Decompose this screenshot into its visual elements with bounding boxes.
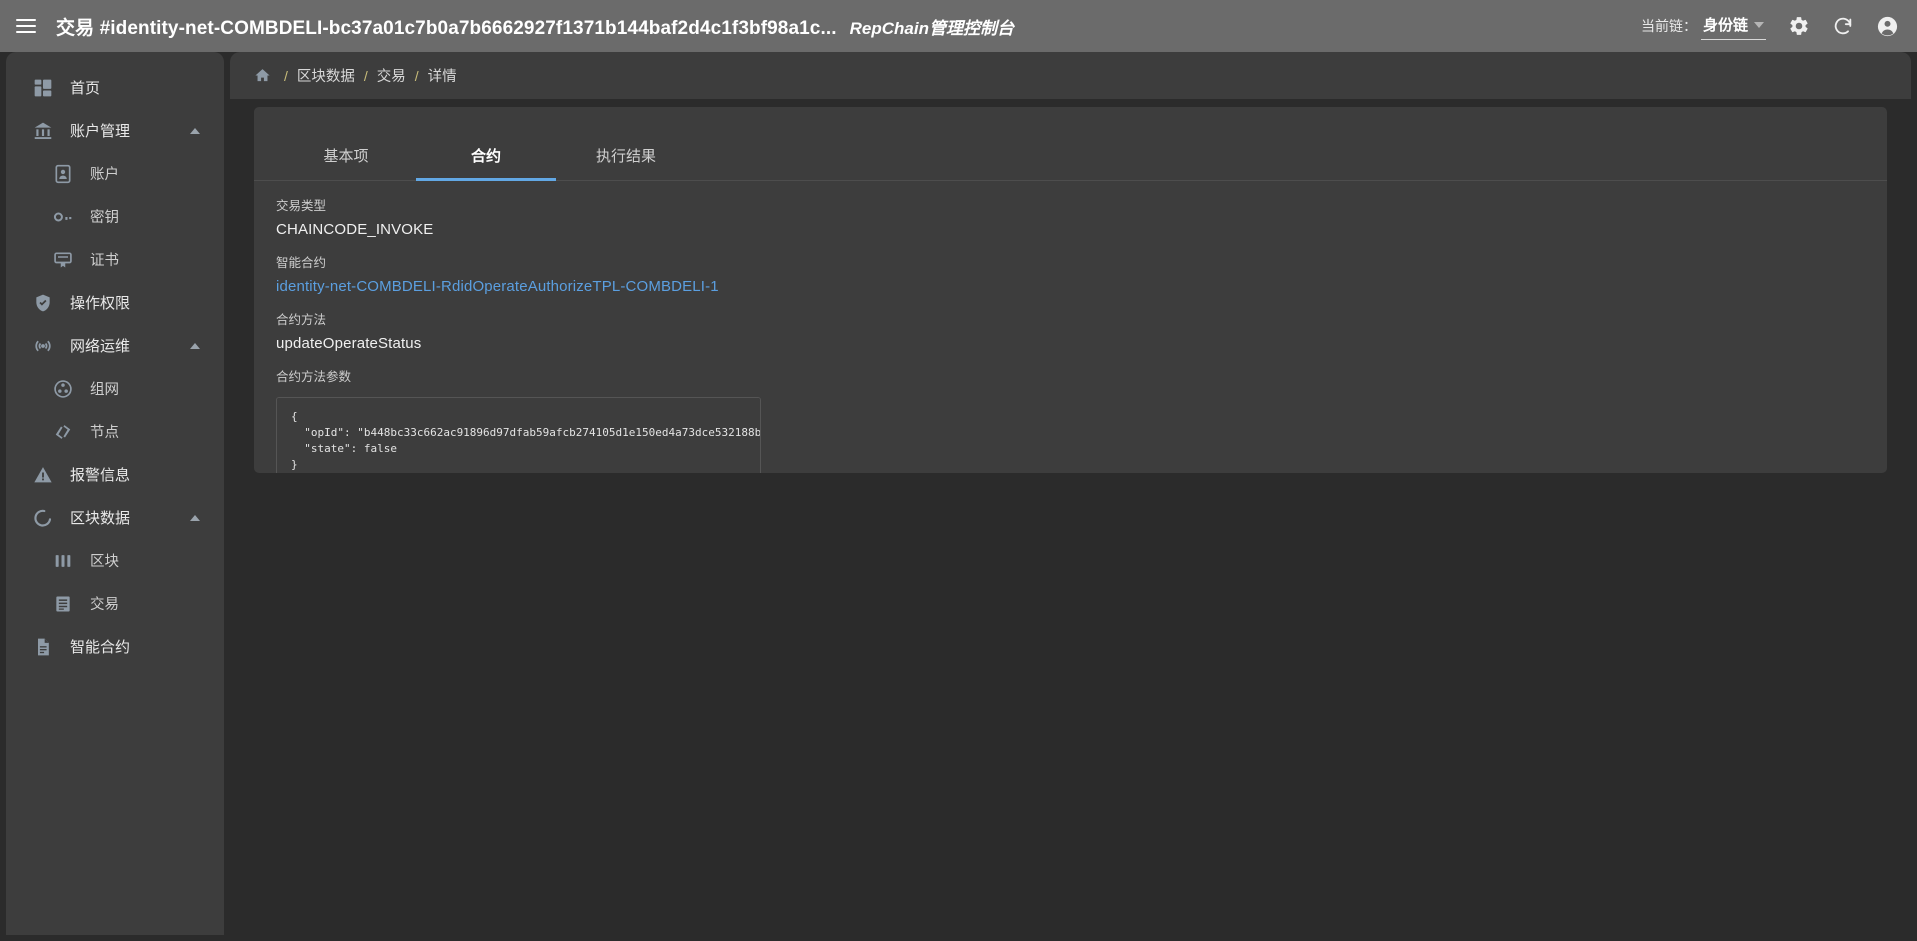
network-signal-icon (32, 335, 54, 357)
tab-0[interactable]: 基本项 (276, 130, 416, 180)
current-chain: 当前链： 身份链 (1641, 12, 1766, 40)
sidebar: 首页账户管理账户密钥证书操作权限网络运维组网节点报警信息区块数据区块交易智能合约 (6, 52, 224, 935)
code-brackets-icon (52, 421, 74, 443)
sidebar-item-label: 网络运维 (70, 338, 131, 355)
sidebar-item-label: 组网 (90, 382, 119, 398)
tab-1[interactable]: 合约 (416, 130, 556, 181)
tab-label: 合约 (470, 147, 501, 165)
sidebar-item-label: 智能合约 (70, 639, 131, 656)
gear-icon[interactable] (1788, 15, 1810, 37)
sidebar-item-10[interactable]: 区块数据 (6, 496, 224, 539)
sidebar-item-label: 账户 (90, 167, 119, 183)
chevron-up-icon[interactable] (190, 514, 200, 521)
chevron-up-icon[interactable] (190, 127, 200, 134)
sidebar-item-12[interactable]: 交易 (6, 582, 224, 625)
tab-label: 基本项 (323, 147, 369, 165)
page-title: 交易 #identity-net-COMBDELI-bc37a01c7b0a7b… (56, 17, 837, 39)
top-bar-actions: 当前链： 身份链 (1641, 12, 1899, 40)
sidebar-item-7[interactable]: 组网 (6, 367, 224, 410)
params-label: 合约方法参数 (276, 370, 352, 384)
params-json-box[interactable]: { "opId": "b448bc33c662ac91896d97dfab59a… (276, 397, 761, 473)
sidebar-item-label: 节点 (90, 425, 119, 441)
warning-triangle-icon (32, 464, 54, 486)
chevron-up-icon[interactable] (190, 342, 200, 349)
bank-icon (32, 120, 54, 142)
tx-type-value: CHAINCODE_INVOKE (276, 221, 434, 238)
file-text-icon (32, 636, 54, 658)
sidebar-item-label: 首页 (70, 80, 101, 97)
method-value: updateOperateStatus (276, 335, 422, 352)
sidebar-item-6[interactable]: 网络运维 (6, 324, 224, 367)
list-document-icon (52, 593, 74, 615)
tab-2[interactable]: 执行结果 (556, 130, 696, 180)
top-bar: 交易 #identity-net-COMBDELI-bc37a01c7b0a7b… (0, 0, 1917, 52)
sidebar-item-label: 账户管理 (70, 123, 131, 140)
sidebar-item-1[interactable]: 账户管理 (6, 109, 224, 152)
nodes-group-icon (52, 378, 74, 400)
sidebar-item-11[interactable]: 区块 (6, 539, 224, 582)
sidebar-item-label: 区块 (90, 554, 119, 570)
shield-check-icon (32, 292, 54, 314)
sidebar-item-label: 交易 (90, 597, 119, 613)
params-json-content: { "opId": "b448bc33c662ac91896d97dfab59a… (291, 410, 761, 471)
detail-tabs: 基本项 合约 执行结果 (254, 130, 1887, 181)
breadcrumb: / 区块数据 / 交易 / 详情 (230, 52, 1911, 99)
circle-arc-icon (32, 507, 54, 529)
refresh-icon[interactable] (1832, 15, 1854, 37)
chain-select[interactable]: 身份链 (1700, 12, 1766, 40)
certificate-icon (52, 249, 74, 271)
main-region: / 区块数据 / 交易 / 详情 基本项 合约 执行结果 交易类型 CHAINCOD… (230, 52, 1911, 941)
sidebar-item-label: 操作权限 (70, 295, 131, 312)
sidebar-item-8[interactable]: 节点 (6, 410, 224, 453)
contract-value-link[interactable]: identity-net-COMBDELI-RdidOperateAuthori… (276, 278, 1887, 295)
chevron-down-icon (1754, 21, 1764, 28)
breadcrumb-item-transaction[interactable]: 交易 (377, 65, 406, 86)
sidebar-item-2[interactable]: 账户 (6, 152, 224, 195)
hamburger-icon[interactable] (16, 13, 42, 39)
breadcrumb-item-detail: 详情 (427, 69, 457, 85)
dashboard-icon (32, 77, 54, 99)
method-label: 合约方法 (276, 313, 327, 327)
transaction-detail-card: 基本项 合约 执行结果 交易类型 CHAINCODE_INVOKE 智能合约 ide… (254, 107, 1887, 473)
sidebar-item-label: 报警信息 (70, 467, 131, 484)
sidebar-item-4[interactable]: 证书 (6, 238, 224, 281)
tab-label: 执行结果 (595, 147, 656, 165)
sidebar-item-label: 区块数据 (70, 510, 131, 527)
home-icon[interactable] (254, 67, 271, 84)
sidebar-item-3[interactable]: 密钥 (6, 195, 224, 238)
breadcrumb-separator-3: / (414, 67, 419, 84)
contract-label: 智能合约 (276, 256, 327, 270)
tx-type-label: 交易类型 (276, 199, 327, 213)
sidebar-item-5[interactable]: 操作权限 (6, 281, 224, 324)
sidebar-item-9[interactable]: 报警信息 (6, 453, 224, 496)
breadcrumb-separator-1: / (284, 67, 288, 84)
sidebar-item-13[interactable]: 智能合约 (6, 625, 224, 668)
contact-card-icon (52, 163, 74, 185)
breadcrumb-item-block-data[interactable]: 区块数据 (297, 65, 355, 86)
sidebar-item-label: 密钥 (90, 210, 119, 226)
columns-icon (52, 550, 74, 572)
breadcrumb-separator-2: / (363, 67, 368, 84)
chain-select-value: 身份链 (1702, 17, 1748, 34)
app-brand: RepChain管理控制台 (849, 18, 1014, 38)
key-icon (52, 206, 74, 228)
user-account-icon[interactable] (1876, 15, 1899, 38)
current-chain-label: 当前链： (1640, 18, 1697, 34)
contract-fields: 交易类型 CHAINCODE_INVOKE 智能合约 identity-net-… (254, 181, 1887, 473)
sidebar-item-label: 证书 (90, 253, 119, 269)
sidebar-item-0[interactable]: 首页 (6, 66, 224, 109)
